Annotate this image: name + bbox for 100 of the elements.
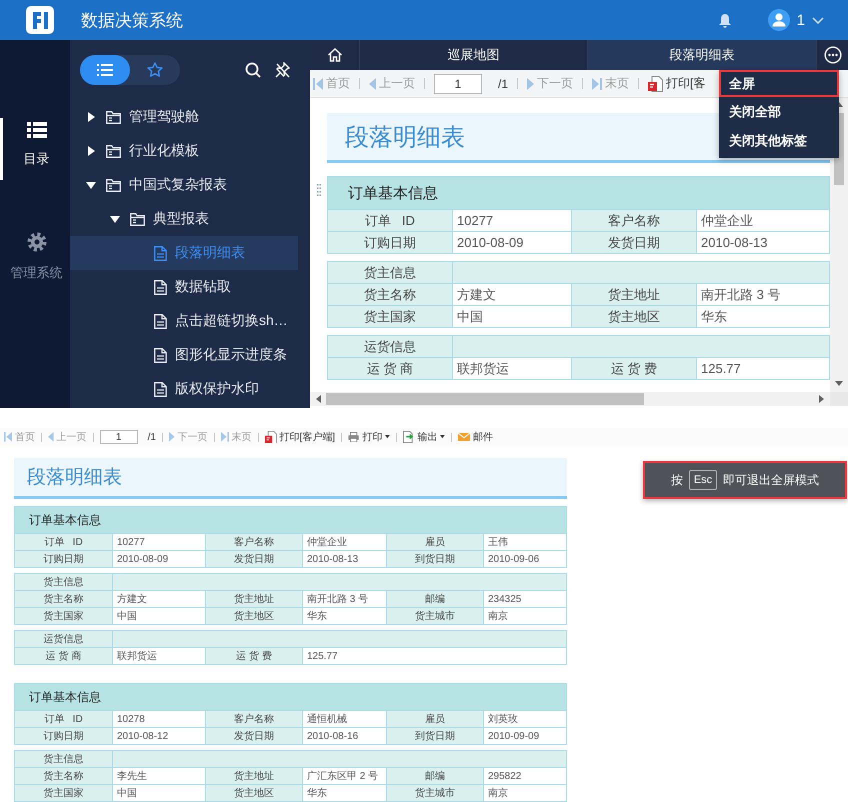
bell-icon[interactable] [718,12,732,28]
tree-item[interactable]: 数据钻取 [70,270,298,304]
field-label: 货主国家 [15,608,112,624]
page-total: /1 [498,76,508,90]
tree-item[interactable]: 点击超链切换sh… [70,304,298,338]
caret-right-icon[interactable] [88,112,94,122]
field-label: 订单 ID [328,210,452,231]
field-label: 发货日期 [572,232,696,253]
document-icon [154,246,167,260]
field-value: 南开北路 3 号 [697,284,829,305]
caret-right-icon[interactable] [88,146,94,156]
avatar-icon [768,9,790,31]
scroll-left-icon[interactable] [316,395,321,403]
list-icon [26,122,46,138]
field-value: 方建文 [113,591,205,607]
chevron-down-icon [812,16,824,24]
client-print-button[interactable]: 打印[客 [648,75,706,92]
search-icon[interactable] [245,62,261,78]
field-label: 货主信息 [15,751,112,767]
field-value: 2010-09-09 [484,728,566,744]
field-value: 2010-08-12 [113,728,205,744]
document-icon [154,280,167,294]
page-total: /1 [148,432,156,442]
more-icon [824,46,842,64]
field-label: 货主地区 [206,785,302,801]
user-menu[interactable]: 1 [768,9,824,31]
field-label: 货主地址 [206,591,302,607]
field-value: 234325 [484,591,566,607]
field-label: 货主城市 [387,785,483,801]
nav-item[interactable]: 管理系统 [0,228,70,290]
field-value: 10278 [113,711,205,727]
field-value: 南京 [484,608,566,624]
view-toggle[interactable] [80,55,130,85]
first-page-icon [313,78,323,90]
field-value: 南京 [484,785,566,801]
field-label: 货主信息 [15,574,112,590]
caret-down-icon[interactable] [86,182,96,188]
field-label: 到货日期 [387,551,483,567]
field-value: 中国 [453,306,571,327]
section-heading: 订单基本信息 [15,684,566,710]
toast-text: 按 [670,472,683,488]
export-icon [403,431,414,443]
gear-icon [26,232,46,252]
field-value: 10277 [113,534,205,550]
field-label: 订购日期 [15,551,112,567]
caret-down-icon[interactable] [110,216,120,222]
field-value: 李先生 [113,768,205,784]
field-label: 运 货 费 [572,358,696,379]
field-label: 发货日期 [206,728,302,744]
export-button[interactable]: 输出 [403,430,446,444]
field-label: 货主地址 [206,768,302,784]
field-label: 运 货 商 [328,358,452,379]
document-icon [154,348,167,362]
field-value: 华东 [303,785,386,801]
scroll-thumb[interactable] [326,393,644,405]
field-label: 货主名称 [15,591,112,607]
last-page-icon [220,432,229,442]
field-value: 中国 [113,785,205,801]
field-label: 货主地区 [206,608,302,624]
client-print-button[interactable]: 打印[客户端] [264,430,336,444]
star-icon [147,62,163,78]
field-value: 仲堂企业 [303,534,386,550]
tree-item[interactable]: 版权保护水印 [70,372,298,406]
tree-item[interactable]: 图形化显示进度条 [70,338,298,372]
field-value: 王伟 [484,534,566,550]
field-label: 到货日期 [387,728,483,744]
tree-item[interactable]: 中国式复杂报表 [70,168,298,202]
field-label: 运 货 商 [15,648,112,664]
tree-item[interactable]: 管理驾驶舱 [70,100,298,134]
field-value: 联邦货运 [453,358,571,379]
field-label: 货主名称 [328,284,452,305]
field-value: 华东 [303,608,386,624]
field-value: 仲堂企业 [697,210,829,231]
tab[interactable]: 段落明细表 [588,40,817,70]
page-number-field[interactable]: 1 [434,74,482,94]
field-label: 运货信息 [15,631,112,647]
menu-item[interactable]: 全屏 [719,70,839,97]
list-icon [97,64,113,76]
section-heading: 订单基本信息 [328,177,829,209]
field-label: 货主国家 [328,306,452,327]
page-number-field[interactable]: 1 [100,430,138,444]
field-label: 订购日期 [15,728,112,744]
field-label: 客户名称 [572,210,696,231]
drag-handle-icon[interactable] [316,184,320,196]
scroll-down-icon[interactable] [835,381,843,386]
pin-icon[interactable] [275,62,290,78]
printer-icon [348,432,360,442]
tree-item[interactable]: 典型报表 [70,202,298,236]
field-value: 南开北路 3 号 [303,591,386,607]
field-value: 2010-09-06 [484,551,566,567]
field-label: 邮编 [387,591,483,607]
mail-button[interactable]: 邮件 [458,430,494,444]
field-value: 2010-08-13 [697,232,829,253]
print-button[interactable]: 打印 [348,430,390,444]
field-label: 货主信息 [328,262,452,283]
tree-item[interactable]: 行业化模板 [70,134,298,168]
logo-icon [26,6,54,34]
scroll-right-icon[interactable] [819,395,824,403]
print-document-icon [264,430,277,444]
field-value: 295822 [484,768,566,784]
